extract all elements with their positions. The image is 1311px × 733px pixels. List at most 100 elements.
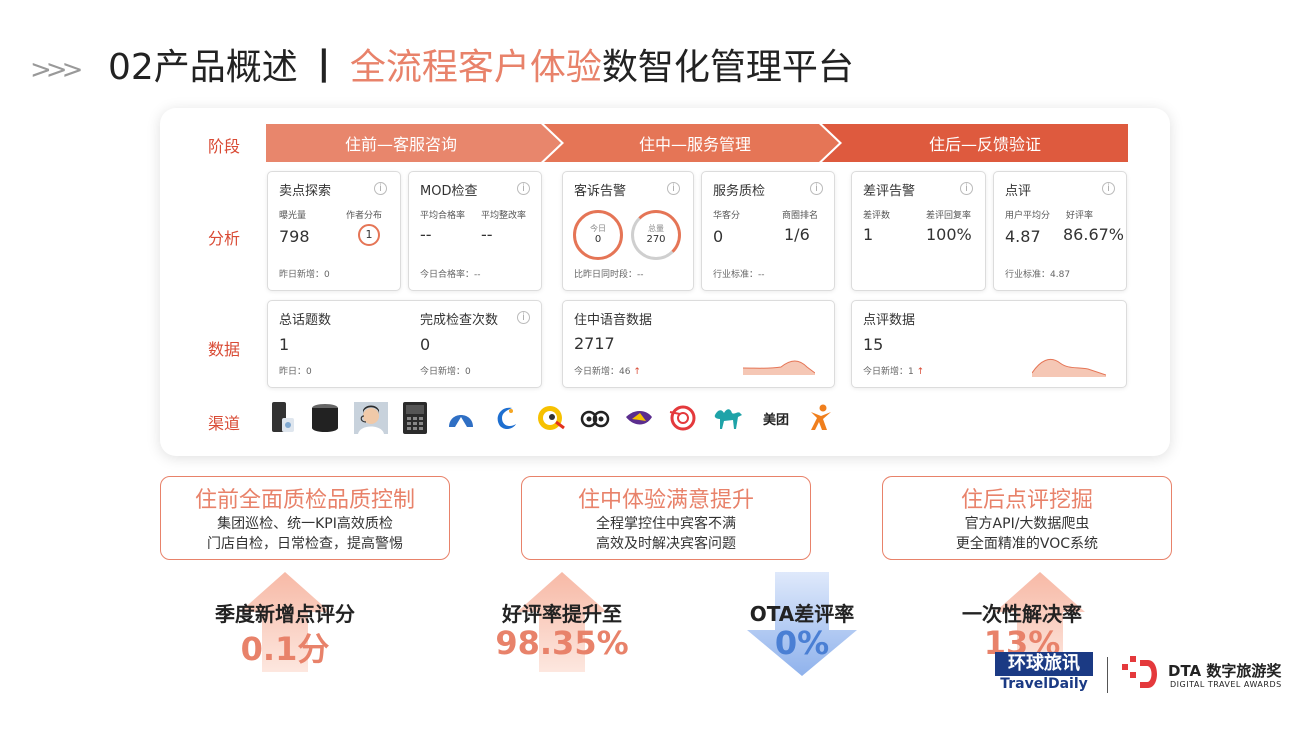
info-icon[interactable]: i — [667, 182, 680, 195]
ring-value: 0 — [594, 234, 602, 245]
ctrip-icon[interactable] — [446, 402, 476, 434]
card-title: 点评数据 — [863, 313, 916, 328]
feature-line: 全程掌控住中宾客不满 — [596, 516, 736, 532]
card-title: 总话题数 — [279, 313, 332, 328]
traveldaily-cn: 环球旅讯 — [995, 652, 1093, 676]
card-footer: 比昨日同时段：-- — [574, 270, 644, 280]
kpi-value: 0% — [774, 624, 830, 662]
row-label-stage: 阶段 — [208, 137, 241, 156]
card-title: 服务质检 — [713, 184, 766, 199]
metric-value: 798 — [279, 227, 310, 246]
card-footer: 行业标准：4.87 — [1005, 270, 1071, 280]
card-review-data[interactable]: 点评数据 15 今日新增：1 ↑ — [851, 300, 1127, 388]
card-mod-check[interactable]: MOD检查 i 平均合格率 平均整改率 -- -- 今日合格率：-- — [408, 171, 542, 291]
row-label-channel: 渠道 — [208, 414, 241, 433]
ring-label: 总量 — [648, 224, 664, 233]
kpi-label: 好评率提升至 — [502, 602, 622, 626]
tripadvisor-icon[interactable] — [580, 402, 610, 434]
metric-value: 0 — [713, 227, 724, 246]
title-accent: 全流程客户体验 — [349, 47, 602, 88]
tujia-icon[interactable] — [624, 402, 654, 434]
feature-title: 住中体验满意提升 — [577, 488, 754, 513]
info-icon[interactable]: i — [517, 311, 530, 324]
metric-value: -- — [420, 225, 432, 244]
metric-value: 2717 — [574, 334, 615, 353]
row-label-data: 数据 — [208, 340, 241, 359]
feature-box-during: 住中体验满意提升 全程掌控住中宾客不满 高效及时解决宾客问题 — [521, 476, 811, 560]
person-icon[interactable] — [806, 402, 836, 434]
info-icon[interactable]: i — [810, 182, 823, 195]
phone-icon[interactable] — [266, 402, 296, 434]
kpi-label: 季度新增点评分 — [215, 602, 355, 626]
info-icon[interactable]: i — [960, 182, 973, 195]
kpi-value: 0.1分 — [240, 630, 330, 668]
meituan-logo[interactable]: 美团 — [758, 402, 794, 434]
card-title: 点评 — [1005, 184, 1032, 199]
metric-label: 差评回复率 — [926, 211, 972, 221]
feature-line: 高效及时解决宾客问题 — [596, 536, 736, 552]
author-ring: 1 — [358, 224, 380, 246]
feature-title: 住前全面质检品质控制 — [194, 488, 415, 513]
card-negative-alert[interactable]: 差评告警 i 差评数 差评回复率 1 100% — [851, 171, 986, 291]
card-topics[interactable]: 总话题数 完成检查次数 i 1 0 昨日：0 今日新增：0 — [267, 300, 542, 388]
title-rest: 数智化管理平台 — [601, 47, 854, 88]
speaker-icon[interactable] — [310, 402, 340, 434]
metric-label: 曝光量 — [279, 211, 307, 221]
metric-value: 1/6 — [784, 225, 810, 244]
feature-title: 住后点评挖掘 — [960, 488, 1093, 513]
card-review[interactable]: 点评 i 用户平均分 好评率 4.87 86.67% 行业标准：4.87 — [993, 171, 1127, 291]
card-complaint-alert[interactable]: 客诉告警 i 今日 0 总量 270 比昨日同时段：-- — [562, 171, 694, 291]
dta-title: DTA 数字旅游奖 — [1168, 662, 1282, 680]
card-selling-points[interactable]: 卖点探索 i 曝光量 作者分布 798 1 昨日新增：0 — [267, 171, 401, 291]
feature-line: 更全面精准的VOC系统 — [955, 536, 1099, 552]
fliggy-icon[interactable] — [668, 402, 698, 434]
page-title: 02产品概述丨全流程客户体验数智化管理平台 — [108, 38, 854, 90]
elong-icon[interactable] — [490, 402, 520, 434]
row-label-analysis: 分析 — [208, 229, 241, 248]
feature-line: 集团巡检、统一KPI高效质检 — [217, 516, 393, 532]
agent-avatar[interactable] — [354, 402, 388, 434]
metric-label: 作者分布 — [346, 211, 383, 221]
card-footer: 今日合格率：-- — [420, 270, 481, 280]
metric-value: 0 — [420, 335, 431, 354]
total-ring: 总量 270 — [631, 210, 681, 260]
metric-label: 用户平均分 — [1005, 211, 1051, 221]
dta-subtitle: DIGITAL TRAVEL AWARDS — [1170, 680, 1282, 689]
metric-label: 华客分 — [713, 211, 741, 221]
card-footer: 今日新增：1 — [863, 367, 914, 377]
card-footer: 今日新增：46 — [574, 367, 631, 377]
arrow-up-icon: ↑ — [633, 367, 641, 377]
card-footer: 行业标准：-- — [713, 270, 765, 280]
info-icon[interactable]: i — [517, 182, 530, 195]
feature-box-before: 住前全面质检品质控制 集团巡检、统一KPI高效质检 门店自检，日常检查，提高警惕 — [160, 476, 450, 560]
title-separator: 丨 — [305, 47, 342, 88]
card-title: MOD检查 — [420, 184, 478, 199]
info-icon[interactable]: i — [374, 182, 387, 195]
kpi-label: 一次性解决率 — [962, 602, 1082, 626]
stage-after[interactable]: 住后—反馈验证 — [842, 124, 1128, 162]
review-sparkline — [1032, 358, 1106, 377]
info-icon[interactable]: i — [1102, 182, 1115, 195]
card-title: 住中语音数据 — [574, 313, 653, 328]
ring-value: 270 — [646, 234, 666, 245]
traveldaily-logo: 环球旅讯 TravelDaily — [995, 652, 1093, 698]
card-voice-data[interactable]: 住中语音数据 2717 今日新增：46 ↑ — [562, 300, 835, 388]
feature-line: 门店自检，日常检查，提高警惕 — [207, 536, 403, 552]
arrow-up-icon: ↑ — [916, 367, 925, 377]
metric-label: 平均整改率 — [481, 211, 527, 221]
desk-phone-icon[interactable] — [400, 402, 430, 434]
camel-icon[interactable] — [712, 402, 742, 434]
card-title: 卖点探索 — [279, 184, 332, 199]
qunar-icon[interactable] — [536, 402, 566, 434]
card-footer: 今日新增：0 — [420, 367, 471, 377]
metric-value: 4.87 — [1005, 227, 1041, 246]
metric-value: 1 — [365, 228, 373, 241]
card-footer: 昨日新增：0 — [279, 270, 330, 280]
metric-label: 商圈排名 — [782, 211, 819, 221]
stage-before[interactable]: 住前—客服咨询 — [266, 124, 536, 162]
card-footer: 昨日：0 — [279, 367, 312, 377]
metric-label: 差评数 — [863, 211, 891, 221]
today-ring: 今日 0 — [573, 210, 623, 260]
card-service-quality[interactable]: 服务质检 i 华客分 商圈排名 0 1/6 行业标准：-- — [701, 171, 835, 291]
stage-during[interactable]: 住中—服务管理 — [560, 124, 830, 162]
